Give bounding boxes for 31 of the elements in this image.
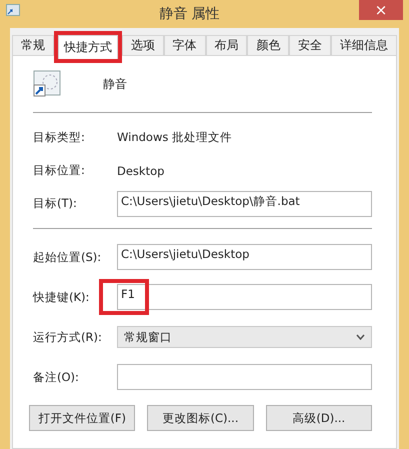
- tab[interactable]: 安全: [289, 35, 332, 55]
- field-label: 起始位置(S):: [33, 250, 102, 264]
- target-field[interactable]: C:\Users\jietu\Desktop\静音.bat: [117, 190, 372, 216]
- tab[interactable]: 快捷方式: [58, 35, 118, 59]
- close-button[interactable]: ×: [359, 0, 403, 20]
- field-label: 快捷键(K):: [33, 290, 90, 304]
- input-field[interactable]: F1: [117, 284, 372, 310]
- field-label: 目标位置:: [33, 163, 86, 178]
- tab[interactable]: 字体: [164, 35, 206, 55]
- field-label: 目标(T):: [33, 196, 78, 211]
- input-field[interactable]: [117, 364, 372, 390]
- run-mode-dropdown[interactable]: 常规窗口: [117, 326, 372, 348]
- tab[interactable]: 选项: [122, 35, 164, 55]
- field-label: 运行方式(R):: [33, 330, 103, 344]
- field-value: Desktop: [117, 164, 164, 178]
- tab[interactable]: 常规: [12, 35, 54, 55]
- shortcut-name: 静音: [103, 76, 127, 92]
- shortcut-icon: [6, 4, 20, 16]
- action-button[interactable]: 更改图标(C)...: [147, 405, 254, 431]
- tab[interactable]: 详细信息: [331, 35, 398, 55]
- action-button[interactable]: 打开文件位置(F): [29, 405, 136, 431]
- action-button[interactable]: 高级(D)...: [266, 405, 372, 431]
- shortcut-icon: [33, 70, 63, 98]
- tab[interactable]: 布局: [206, 35, 248, 55]
- field-value: Windows 批处理文件: [117, 130, 232, 145]
- chevron-icon: [356, 334, 365, 340]
- field-label: 目标类型:: [33, 130, 86, 145]
- input-field[interactable]: C:\Users\jietu\Desktop: [117, 244, 372, 270]
- field-label: 备注(O):: [33, 370, 80, 384]
- window-title: 静音 属性: [158, 5, 221, 23]
- tab[interactable]: 颜色: [247, 35, 290, 55]
